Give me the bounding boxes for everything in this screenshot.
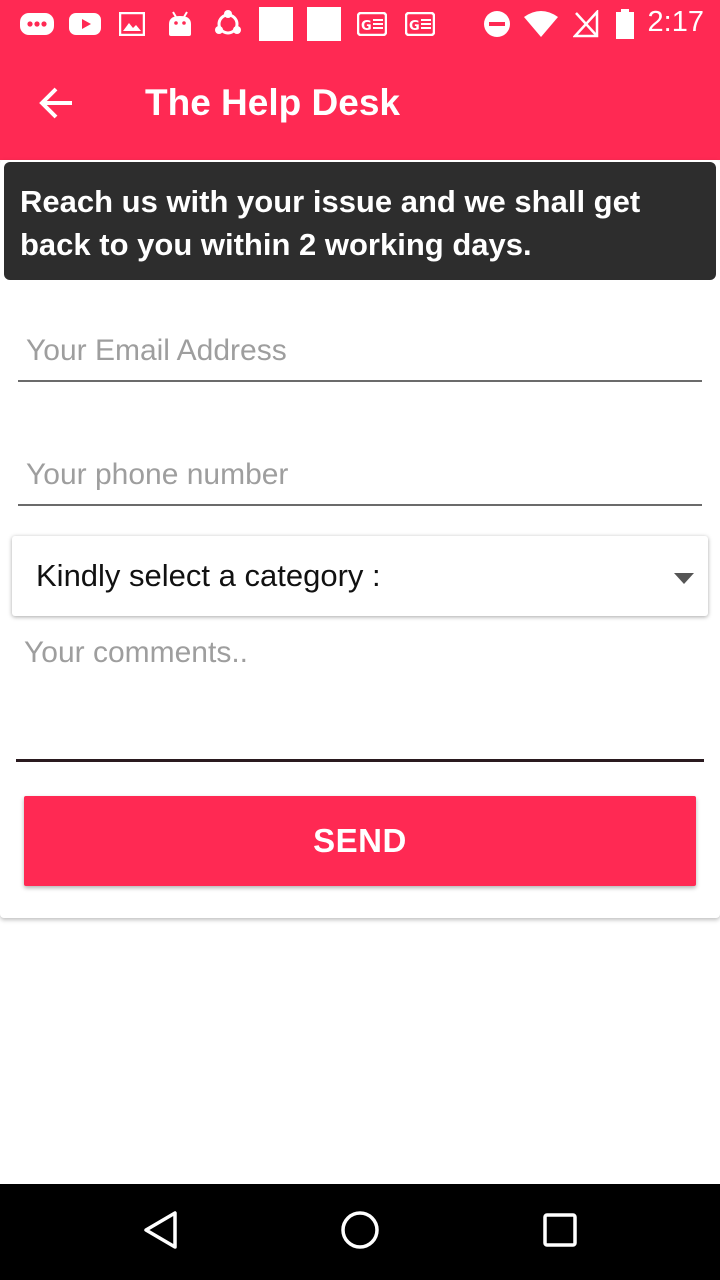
blank-notification-icon: [306, 7, 342, 41]
do-not-disturb-icon: [482, 8, 512, 40]
battery-icon: [614, 8, 636, 40]
app-bar: The Help Desk: [0, 48, 720, 160]
news-icon: G: [356, 8, 388, 40]
recents-square-icon: [542, 1212, 578, 1252]
dropdown-arrow-icon: [674, 570, 694, 589]
chat-bubble-icon: [18, 8, 56, 40]
status-time: 2:17: [647, 6, 704, 38]
category-select[interactable]: Kindly select a category :: [12, 536, 708, 616]
send-button[interactable]: SEND: [24, 796, 696, 886]
svg-text:G: G: [361, 19, 372, 34]
blank-notification-icon: [258, 7, 294, 41]
back-triangle-icon: [142, 1210, 178, 1254]
news-icon: G: [404, 8, 436, 40]
info-banner: Reach us with your issue and we shall ge…: [4, 162, 716, 280]
phone-field[interactable]: [18, 446, 702, 506]
email-field[interactable]: [18, 322, 702, 382]
nav-home-button[interactable]: [334, 1206, 386, 1258]
wifi-icon: [522, 8, 560, 40]
android-icon: [166, 8, 194, 40]
nav-back-button[interactable]: [134, 1206, 186, 1258]
nav-recents-button[interactable]: [534, 1206, 586, 1258]
arrow-left-icon: [38, 87, 74, 123]
category-select-label: Kindly select a category :: [36, 558, 381, 593]
youtube-icon: [68, 8, 102, 40]
no-signal-icon: [572, 8, 600, 40]
sync-icon: [212, 8, 244, 40]
back-button[interactable]: [30, 82, 82, 128]
status-bar: G G 2:17: [0, 0, 720, 48]
comments-field[interactable]: [16, 628, 704, 762]
image-icon: [118, 8, 146, 40]
page-title: The Help Desk: [145, 82, 400, 123]
home-circle-icon: [340, 1210, 380, 1254]
navigation-bar: [0, 1184, 720, 1280]
svg-text:G: G: [409, 19, 420, 34]
